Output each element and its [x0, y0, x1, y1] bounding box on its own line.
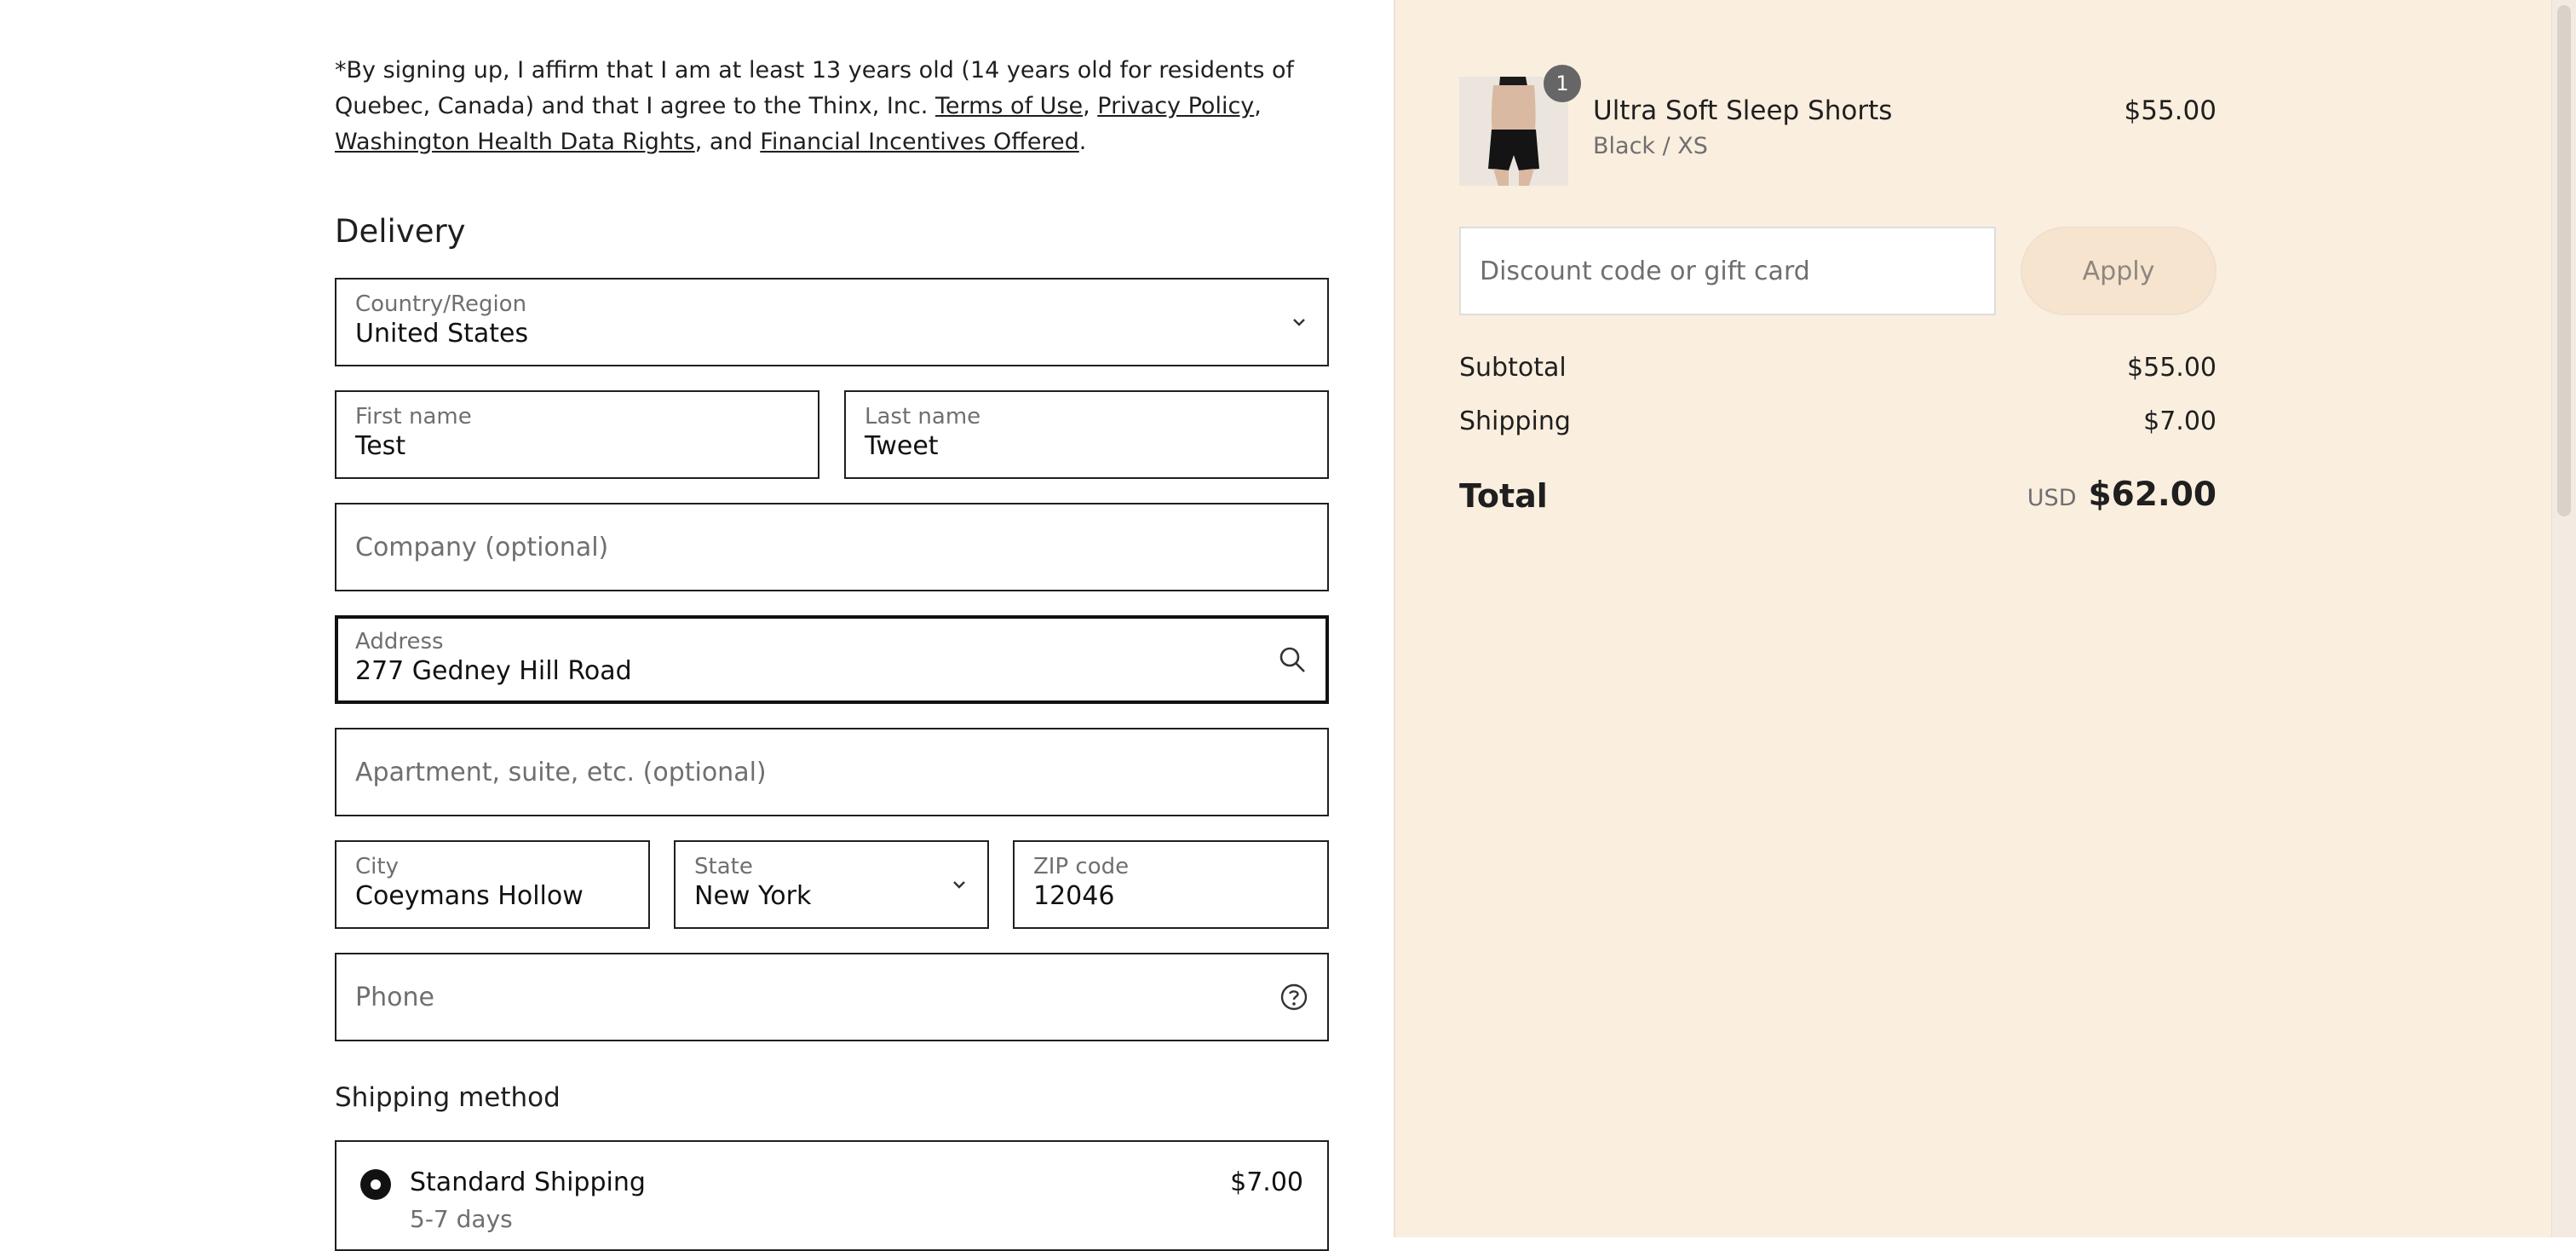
product-price: $55.00: [2124, 95, 2217, 126]
product-name: Ultra Soft Sleep Shorts: [1593, 95, 1893, 126]
financial-incentives-link[interactable]: Financial Incentives Offered: [760, 129, 1079, 155]
zip-code-field[interactable]: ZIP code 12046: [1013, 840, 1329, 929]
washington-health-data-rights-link[interactable]: Washington Health Data Rights: [335, 129, 695, 155]
shipping-label: Shipping: [1459, 406, 1571, 436]
first-name-label: First name: [355, 404, 472, 429]
quantity-badge: 1: [1544, 65, 1581, 102]
first-name-field[interactable]: First name Test: [335, 390, 819, 479]
last-name-value: Tweet: [865, 431, 939, 461]
address-field[interactable]: Address 277 Gedney Hill Road: [335, 615, 1329, 704]
checkout-form-panel: *By signing up, I affirm that I am at le…: [0, 0, 1394, 1251]
last-name-label: Last name: [865, 404, 981, 429]
separator: ,: [1254, 93, 1262, 119]
zip-code-value: 12046: [1033, 881, 1115, 911]
shipping-option-days: 5-7 days: [410, 1205, 513, 1233]
help-circle-icon[interactable]: [1279, 983, 1308, 1012]
privacy-policy-link[interactable]: Privacy Policy: [1097, 93, 1254, 119]
apartment-placeholder: Apartment, suite, etc. (optional): [355, 757, 767, 787]
chevron-down-icon: [1290, 316, 1308, 328]
apply-button[interactable]: Apply: [2021, 227, 2217, 315]
company-field[interactable]: Company (optional): [335, 503, 1329, 591]
search-icon[interactable]: [1278, 645, 1307, 674]
shipping-option-price: $7.00: [1230, 1167, 1303, 1197]
city-field[interactable]: City Coeymans Hollow: [335, 840, 650, 929]
signup-disclaimer: *By signing up, I affirm that I am at le…: [335, 53, 1340, 160]
state-label: State: [694, 854, 753, 879]
city-value: Coeymans Hollow: [355, 881, 584, 911]
apartment-field[interactable]: Apartment, suite, etc. (optional): [335, 728, 1329, 816]
first-name-value: Test: [355, 431, 406, 461]
subtotal-value: $55.00: [2127, 353, 2217, 383]
country-label: Country/Region: [355, 291, 527, 317]
state-select[interactable]: State New York: [674, 840, 989, 929]
last-name-field[interactable]: Last name Tweet: [844, 390, 1329, 479]
radio-selected[interactable]: [360, 1169, 391, 1200]
separator: , and: [694, 129, 761, 155]
scrollbar-thumb[interactable]: [2557, 5, 2571, 516]
total-label: Total: [1459, 477, 1548, 515]
scrollbar[interactable]: [2551, 0, 2576, 1237]
zip-code-label: ZIP code: [1033, 854, 1130, 879]
order-summary-panel: [1394, 0, 2576, 1237]
address-label: Address: [355, 629, 444, 654]
total-amount-group: USD $62.00: [2027, 476, 2217, 514]
country-value: United States: [355, 319, 529, 349]
company-placeholder: Company (optional): [355, 532, 609, 562]
discount-placeholder: Discount code or gift card: [1480, 256, 1810, 286]
terms-of-use-link[interactable]: Terms of Use: [935, 93, 1083, 119]
phone-field[interactable]: Phone: [335, 953, 1329, 1041]
shipping-value: $7.00: [2143, 406, 2217, 436]
total-currency: USD: [2027, 485, 2077, 511]
state-value: New York: [694, 881, 812, 911]
shipping-method-heading: Shipping method: [335, 1082, 561, 1113]
subtotal-label: Subtotal: [1459, 353, 1567, 383]
country-select[interactable]: Country/Region United States: [335, 278, 1329, 366]
product-variant: Black / XS: [1593, 133, 1708, 159]
shipping-option-standard[interactable]: Standard Shipping 5-7 days $7.00: [335, 1140, 1329, 1251]
city-label: City: [355, 854, 399, 879]
chevron-down-icon: [950, 879, 969, 891]
address-value: 277 Gedney Hill Road: [355, 656, 632, 686]
delivery-heading: Delivery: [335, 213, 466, 250]
separator: ,: [1083, 93, 1098, 119]
phone-placeholder: Phone: [355, 982, 434, 1012]
separator: .: [1078, 129, 1087, 155]
shipping-option-name: Standard Shipping: [410, 1167, 646, 1197]
total-value: $62.00: [2088, 476, 2217, 514]
discount-code-input[interactable]: Discount code or gift card: [1459, 227, 1996, 315]
